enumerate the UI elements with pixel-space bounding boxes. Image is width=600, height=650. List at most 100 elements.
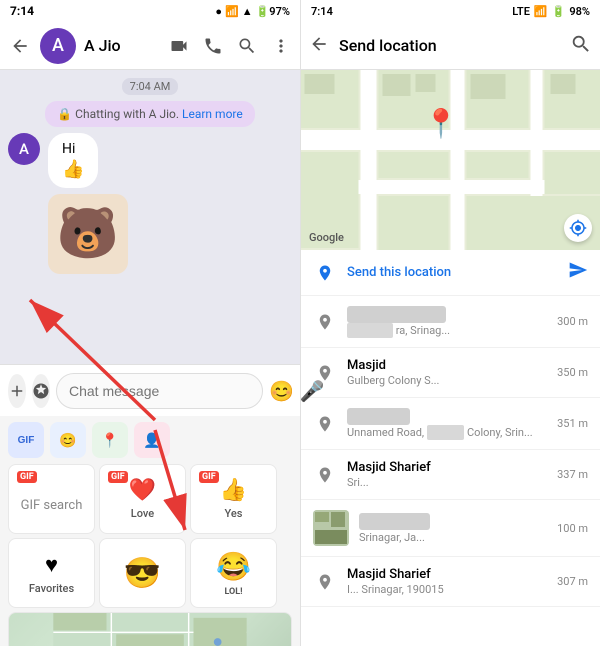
location-item-5[interactable]: Masjid Sharief Sri... 337 m (301, 450, 600, 500)
location-item-6[interactable]: h Srinagar, Ja... 100 m (301, 500, 600, 557)
location-2-distance: 300 m (557, 315, 588, 328)
location-7-address: I... Srinagar, 190015 (347, 583, 547, 596)
right-status-bar: 7:14 LTE 📶 🔋 98% (301, 0, 600, 22)
location-item-2[interactable]: hidden h ra, Srinag... 300 m (301, 296, 600, 348)
back-button[interactable] (8, 34, 32, 58)
location-2-info: hidden h ra, Srinag... (347, 306, 547, 337)
gif-badge: GIF (17, 471, 37, 483)
right-back-button[interactable] (309, 34, 329, 58)
wifi-icon: ▲ (242, 5, 253, 18)
send-this-location-item[interactable]: Send this location (301, 250, 600, 296)
right-status-icons: LTE 📶 🔋 98% (512, 5, 590, 18)
location-4-info: h Unnamed Road, x Colony, Srin... (347, 408, 547, 439)
phone-icon[interactable] (202, 35, 224, 57)
message-row-hi: A Hi 👍 (8, 133, 292, 188)
send-this-location-name: Send this location (347, 265, 558, 280)
sticker-2-cell[interactable]: 😂 LOL! (190, 538, 277, 608)
tray-grid: GIF GIF search GIF ❤️ Love GIF 👍 Yes ♥ F… (0, 464, 300, 612)
location-4-name-row: h (347, 408, 547, 425)
chat-input-field[interactable] (56, 373, 263, 409)
right-battery-icon: 🔋 (552, 5, 566, 18)
location-item-4[interactable]: h Unnamed Road, x Colony, Srin... 351 m (301, 398, 600, 450)
love-label: Love (131, 507, 154, 520)
send-location-title: Send location (339, 36, 560, 55)
bottom-tray: GIF 😊 📍 👤 GIF GIF search GIF ❤️ Love GIF… (0, 416, 300, 646)
right-time: 7:14 (311, 5, 333, 18)
add-attachment-button[interactable] (8, 374, 26, 408)
location-3-name: Masjid (347, 358, 547, 373)
mini-map-bg (9, 613, 291, 646)
map-view[interactable]: 📍 Google (301, 70, 600, 250)
learn-more-link[interactable]: Learn more (182, 107, 243, 121)
location-tray-row: Select this location (0, 612, 300, 646)
chat-timestamp: 7:04 AM (122, 78, 179, 95)
yes-gif-badge: GIF (199, 471, 219, 483)
yes-label: Yes (225, 507, 243, 520)
location-6-address: Srinagar, Ja... (359, 531, 547, 544)
location-3-distance: 350 m (557, 366, 588, 379)
chat-input-area: 😊 🎤 (0, 364, 300, 416)
google-map-label: Google (309, 231, 344, 244)
yes-gif-cell[interactable]: GIF 👍 Yes (190, 464, 277, 534)
location-7-distance: 307 m (557, 575, 588, 588)
left-status-bar: 7:14 ● 📶 ▲ 🔋97% (0, 0, 300, 22)
thumbs-up: 👍 (62, 159, 84, 180)
tray-top-icons: GIF 😊 📍 👤 (0, 416, 300, 464)
chat-messages: 7:04 AM 🔒 Chatting with A Jio. Learn mor… (0, 70, 300, 364)
lte-label: LTE (512, 5, 530, 18)
contact-avatar: A (40, 28, 76, 64)
notification-text: Chatting with A Jio. (75, 107, 182, 121)
heart-icon: ♥ (45, 552, 58, 578)
search-icon[interactable] (570, 33, 592, 59)
location-item-7[interactable]: Masjid Sharief I... Srinagar, 190015 307… (301, 557, 600, 607)
location-3-info: Masjid Gulberg Colony S... (347, 358, 547, 387)
people-tray-button[interactable]: 👤 (134, 422, 170, 458)
location-tray-button[interactable]: 📍 (92, 422, 128, 458)
lol-label: LOL! (224, 587, 242, 597)
header-action-icons (168, 35, 292, 57)
battery-icon: 🔋97% (256, 5, 290, 18)
more-options-icon[interactable] (270, 35, 292, 57)
gif-tray-button[interactable]: GIF (8, 422, 44, 458)
yes-emoji: 👍 (220, 478, 247, 503)
location-pin-icon-7 (313, 570, 337, 594)
location-5-distance: 337 m (557, 468, 588, 481)
signal-icon: 📶 (225, 5, 239, 18)
right-battery-pct: 98% (569, 5, 590, 18)
search-header-icon[interactable] (236, 35, 258, 57)
love-gif-cell[interactable]: GIF ❤️ Love (99, 464, 186, 534)
love-gif-badge: GIF (108, 471, 128, 483)
map-location-pin: 📍 (424, 107, 459, 140)
whatsapp-icon: ● (215, 5, 222, 18)
send-this-location-info: Send this location (347, 265, 558, 280)
video-call-icon[interactable] (168, 35, 190, 57)
location-item-3[interactable]: Masjid Gulberg Colony S... 350 m (301, 348, 600, 398)
favorites-label: Favorites (29, 582, 74, 595)
send-location-arrow[interactable] (568, 260, 588, 285)
map-svg (301, 70, 600, 250)
right-signal-icon: 📶 (534, 5, 548, 18)
location-list: Send this location hidden h (301, 250, 600, 646)
location-pin-icon-2 (313, 310, 337, 334)
sticker-2-emoji: 😂 (216, 550, 251, 583)
location-4-distance: 351 m (557, 417, 588, 430)
sticker-1-cell[interactable]: 😎 (99, 538, 186, 608)
input-right-icons: 😊 🎤 (269, 379, 325, 403)
mic-icon[interactable]: 🎤 (300, 379, 325, 403)
right-panel: 7:14 LTE 📶 🔋 98% Send location (300, 0, 600, 646)
gif-search-label: GIF search (21, 498, 83, 513)
my-location-button[interactable] (564, 214, 592, 242)
hi-message: Hi 👍 (48, 133, 98, 188)
sender-avatar: A (8, 133, 40, 165)
sticker-button[interactable] (32, 374, 50, 408)
lock-icon: 🔒 (57, 107, 75, 121)
sticker-tray-button[interactable]: 😊 (50, 422, 86, 458)
emoji-icon[interactable]: 😊 (269, 379, 294, 403)
location-2-name-blur: hidden (347, 306, 446, 323)
favorites-cell[interactable]: ♥ Favorites (8, 538, 95, 608)
gif-search-cell[interactable]: GIF GIF search (8, 464, 95, 534)
left-status-icons: ● 📶 ▲ 🔋97% (215, 5, 290, 18)
location-6-distance: 100 m (557, 522, 588, 535)
location-map-cell[interactable]: Select this location (8, 612, 292, 646)
location-5-address: Sri... (347, 476, 547, 489)
